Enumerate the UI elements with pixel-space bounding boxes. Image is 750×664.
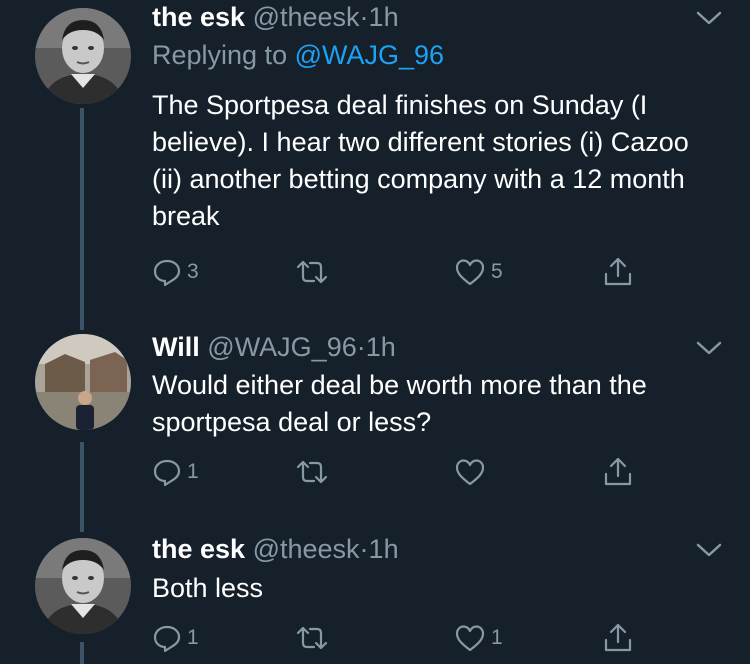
tweet-header: Will @WAJG_96·1h	[152, 330, 396, 364]
reply-button[interactable]: 3	[152, 252, 199, 292]
like-button[interactable]: 5	[454, 252, 503, 292]
avatar[interactable]	[35, 8, 131, 104]
chevron-down-icon[interactable]	[694, 6, 724, 30]
tweet-actions: 1 1	[152, 618, 712, 658]
reply-button[interactable]: 1	[152, 452, 199, 492]
user-handle[interactable]: @WAJG_96	[207, 332, 356, 362]
heart-icon	[455, 259, 485, 286]
tweet-text: The Sportpesa deal finishes on Sunday (I…	[152, 90, 689, 231]
mention-link[interactable]: @WAJG_96	[295, 40, 444, 70]
retweet-icon	[296, 260, 328, 284]
display-name[interactable]: the esk	[152, 2, 245, 32]
tweet-actions: 3 5	[152, 252, 712, 292]
reply-icon	[153, 459, 181, 487]
share-button[interactable]	[602, 252, 634, 292]
avatar[interactable]	[35, 334, 131, 430]
like-button[interactable]: 1	[454, 618, 503, 658]
retweet-icon	[296, 626, 328, 650]
reply-icon	[153, 625, 181, 653]
chevron-down-icon[interactable]	[694, 538, 724, 562]
reply-button[interactable]: 1	[152, 618, 199, 658]
display-name[interactable]: Will	[152, 332, 200, 362]
tweet[interactable]: the esk @theesk·1h Both less 1 1	[0, 532, 750, 664]
user-handle[interactable]: @theesk	[253, 2, 360, 32]
tweet-text: Would either deal be worth more than the…	[152, 370, 647, 437]
reply-count: 3	[187, 260, 199, 283]
replying-prefix: Replying to	[152, 40, 295, 70]
tweet-text: Both less	[152, 573, 264, 603]
share-icon	[604, 623, 632, 652]
retweet-button[interactable]	[294, 618, 330, 658]
timestamp[interactable]: 1h	[369, 534, 399, 564]
timestamp[interactable]: 1h	[369, 2, 399, 32]
reply-icon	[153, 259, 181, 287]
retweet-icon	[296, 460, 328, 484]
separator-dot: ·	[359, 2, 369, 32]
timestamp[interactable]: 1h	[366, 332, 396, 362]
heart-icon	[455, 625, 485, 652]
tweet-header: the esk @theesk·1h	[152, 0, 399, 34]
tweet-actions: 1	[152, 452, 712, 492]
separator-dot: ·	[356, 332, 366, 362]
replying-to: Replying to @WAJG_96	[152, 38, 444, 72]
share-icon	[604, 457, 632, 486]
tweet[interactable]: the esk @theesk·1h Replying to @WAJG_96 …	[0, 0, 750, 310]
avatar[interactable]	[35, 538, 131, 634]
like-count: 5	[491, 260, 503, 283]
retweet-button[interactable]	[294, 252, 330, 292]
user-handle[interactable]: @theesk	[253, 534, 360, 564]
tweet-header: the esk @theesk·1h	[152, 532, 399, 566]
share-button[interactable]	[602, 452, 634, 492]
reply-count: 1	[187, 460, 199, 483]
share-button[interactable]	[602, 618, 634, 658]
like-button[interactable]	[454, 452, 491, 492]
heart-icon	[455, 459, 485, 486]
like-count: 1	[491, 626, 503, 649]
conversation-thread: the esk @theesk·1h Replying to @WAJG_96 …	[0, 0, 750, 664]
tweet[interactable]: Will @WAJG_96·1h Would either deal be wo…	[0, 330, 750, 510]
retweet-button[interactable]	[294, 452, 330, 492]
separator-dot: ·	[359, 534, 369, 564]
reply-count: 1	[187, 626, 199, 649]
chevron-down-icon[interactable]	[694, 336, 724, 360]
display-name[interactable]: the esk	[152, 534, 245, 564]
share-icon	[604, 257, 632, 286]
